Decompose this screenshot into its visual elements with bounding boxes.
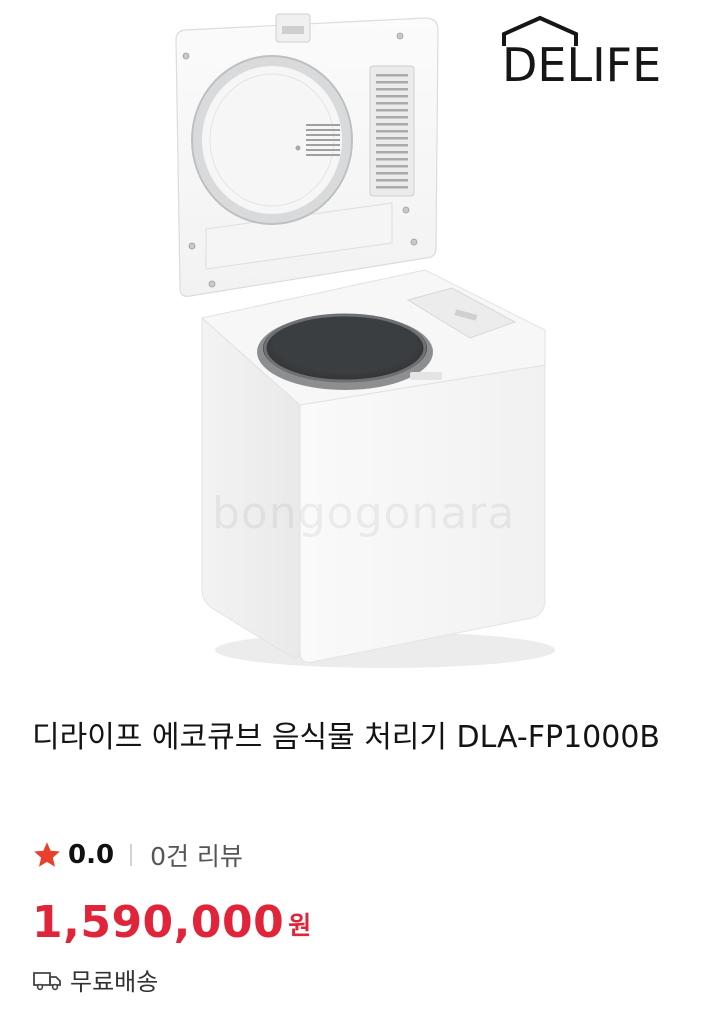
price-value: 1,590,000 xyxy=(32,897,285,948)
price-row: 1,590,000 원 xyxy=(32,892,311,954)
product-title: 디라이프 에코큐브 음식물 처리기 DLA-FP1000B xyxy=(32,720,661,755)
rating-value: 0.0 xyxy=(68,840,115,870)
shipping-label: 무료배송 xyxy=(70,968,159,996)
brand-logo: DELIFE xyxy=(498,14,678,90)
product-info: 디라이프 에코큐브 음식물 처리기 DLA-FP1000B xyxy=(32,716,682,760)
truck-icon xyxy=(33,971,61,990)
divider xyxy=(130,844,133,866)
product-image[interactable]: bongogonara DELIFE xyxy=(0,0,706,700)
watermark: bongogonara xyxy=(212,488,516,539)
food-waste-processor-illustration xyxy=(175,13,555,668)
rating-row[interactable]: 0.0 0건 리뷰 xyxy=(32,838,243,872)
star-icon xyxy=(34,842,60,867)
brand-logo-text: DELIFE xyxy=(502,38,662,92)
review-count-link[interactable]: 0건 리뷰 xyxy=(150,837,243,873)
price-currency: 원 xyxy=(288,911,312,940)
shipping-info: 무료배송 xyxy=(32,962,158,997)
